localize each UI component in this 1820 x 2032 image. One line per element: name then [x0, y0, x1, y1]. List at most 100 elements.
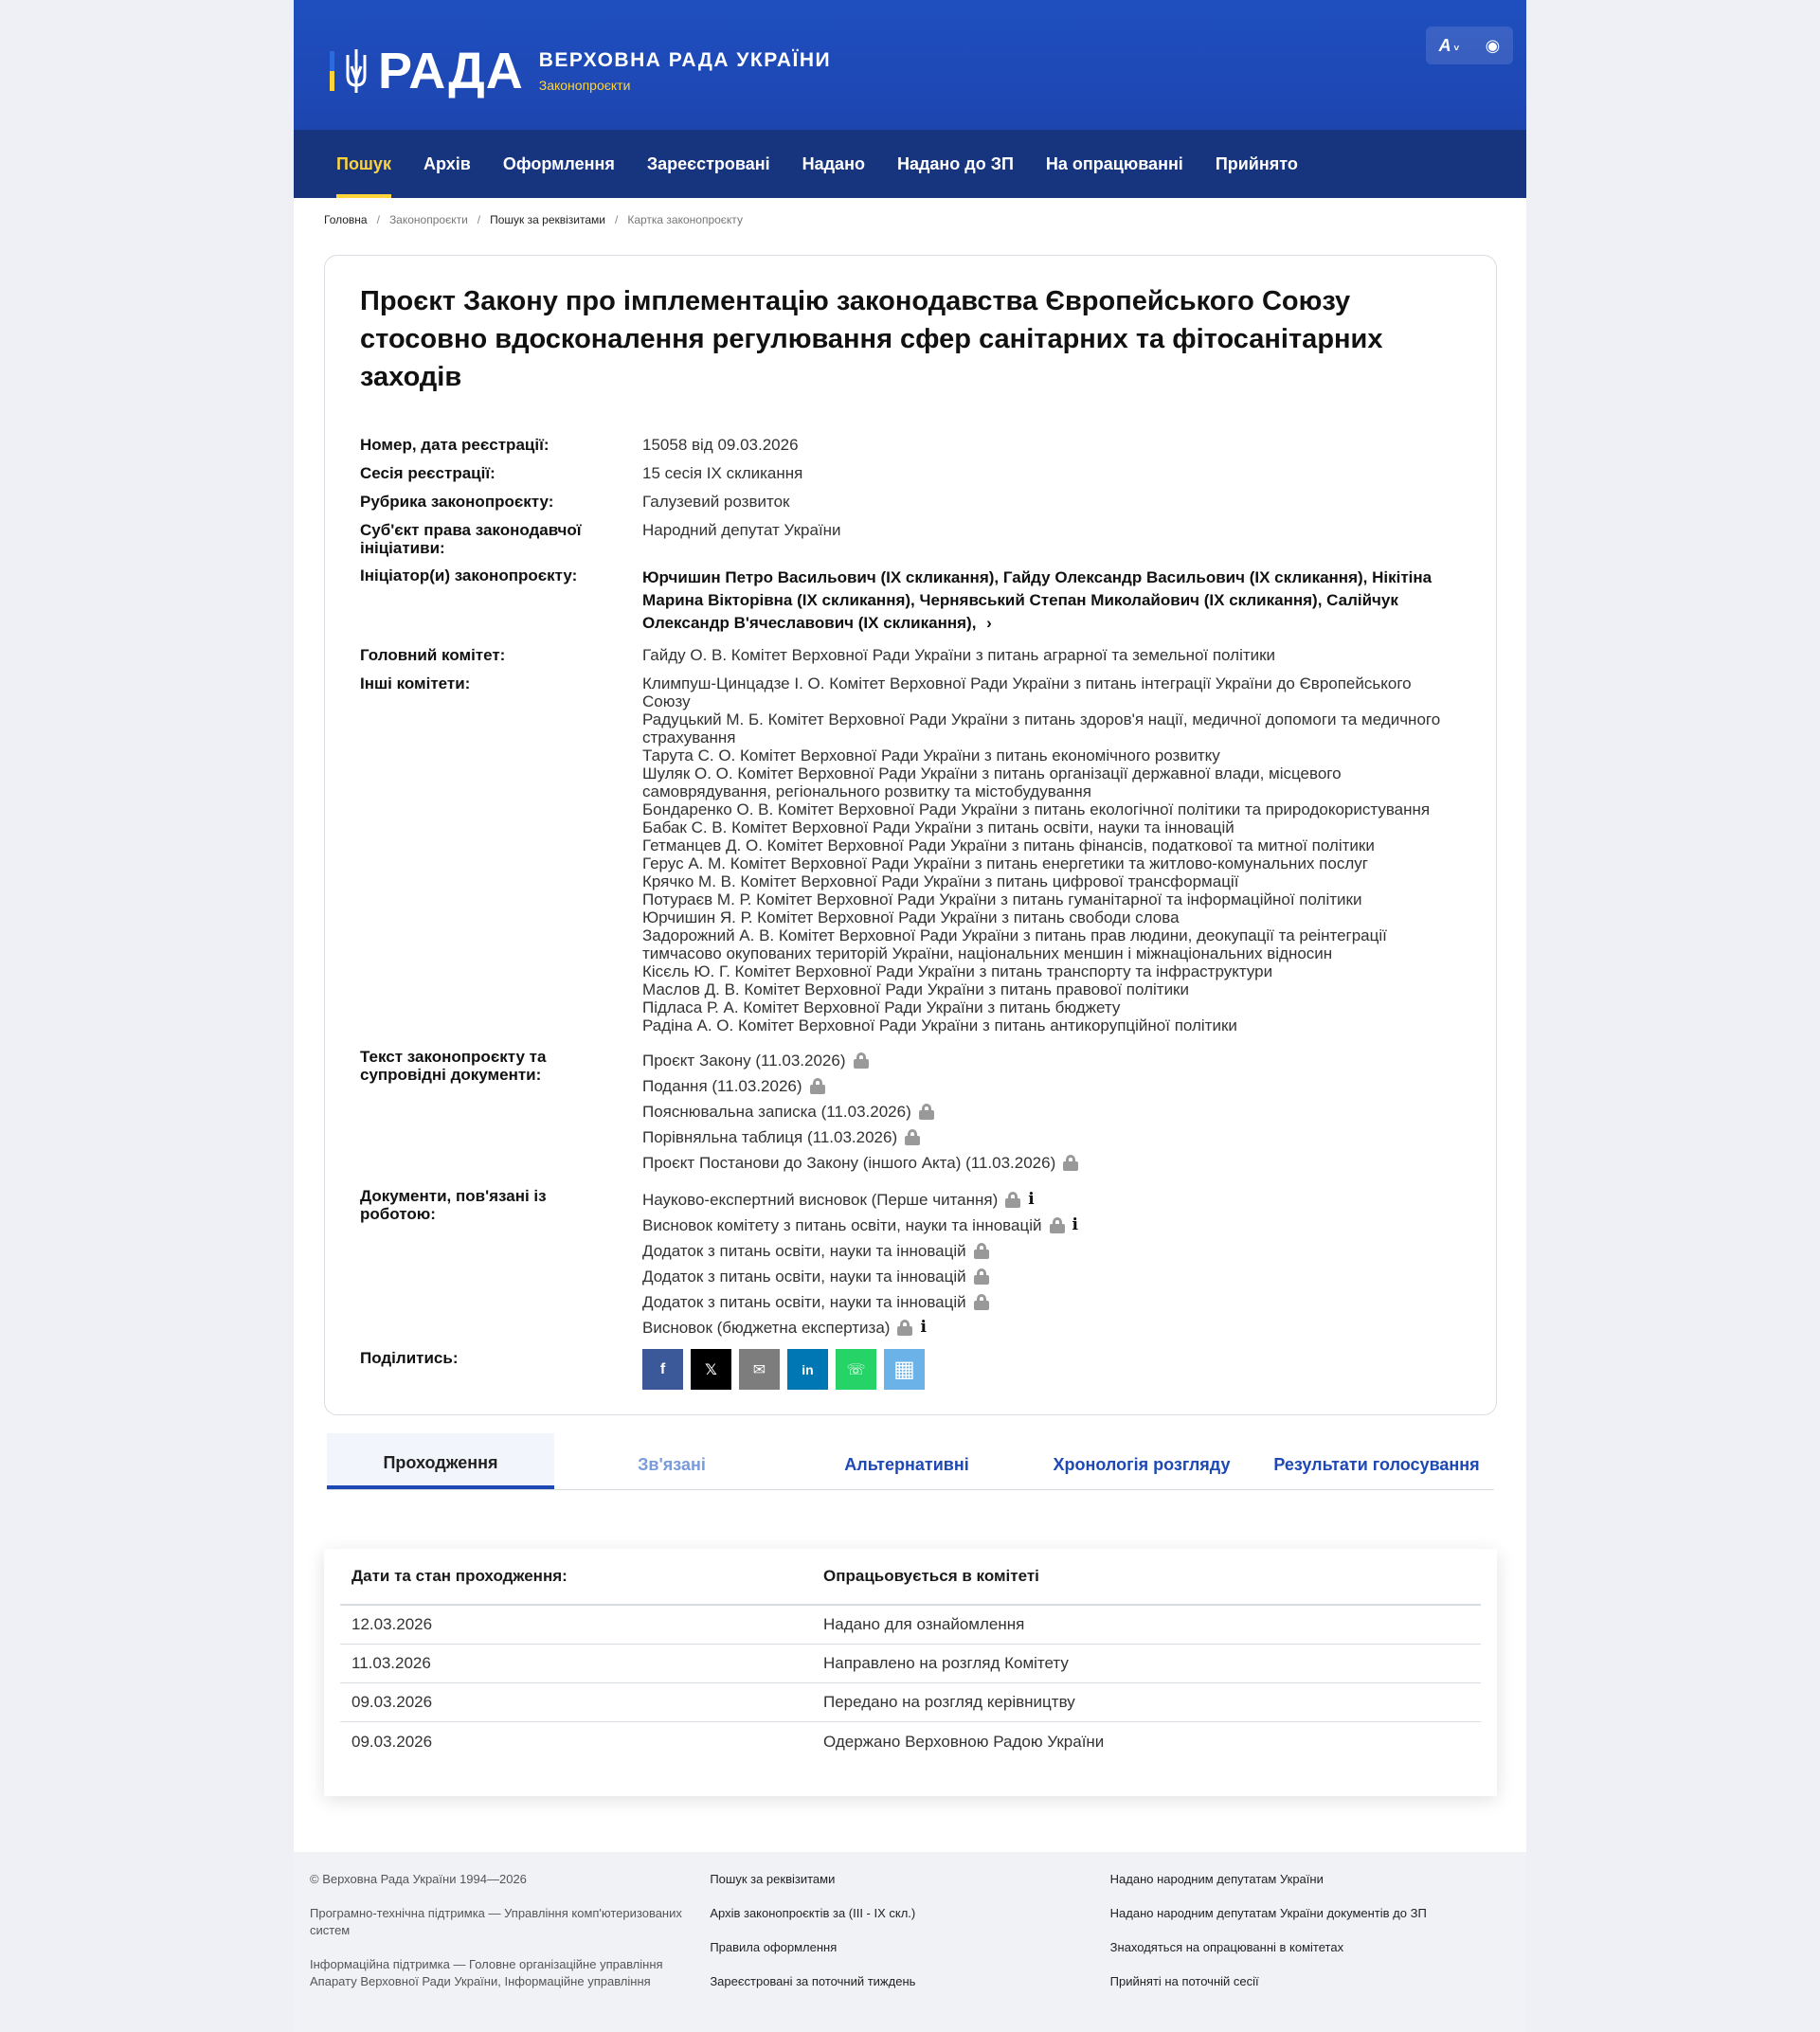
bill-texts: Проєкт Закону (11.03.2026) Подання (11.0… [642, 1048, 1457, 1176]
nav-item-formatting[interactable]: Оформлення [487, 130, 631, 198]
document-item[interactable]: Проєкт Закону (11.03.2026) [642, 1048, 1457, 1073]
initiators-list: Юрчишин Петро Васильович (IX скликання),… [642, 566, 1457, 635]
footer-link[interactable]: Архів законопроєктів за (III - IX скл.) [710, 1905, 1109, 1922]
lock-icon [973, 1268, 989, 1285]
bill-card: Проєкт Закону про імплементацію законода… [324, 255, 1497, 1415]
document-item[interactable]: Висновок (бюджетна експертиза) i [642, 1315, 1457, 1340]
field-label: Поділитись: [360, 1349, 459, 1367]
document-link[interactable]: Проєкт Закону (11.03.2026) [642, 1048, 846, 1073]
status-state: Направлено на розгляд Комітету [823, 1654, 1069, 1672]
qr-share-button[interactable]: ▦ [884, 1349, 925, 1390]
linkedin-share-button[interactable]: in [787, 1349, 828, 1390]
committee-item: Климпуш-Цинцадзе І. О. Комітет Верховної… [642, 674, 1412, 710]
facebook-share-button[interactable]: f [642, 1349, 683, 1390]
document-link[interactable]: Науково-експертний висновок (Перше читан… [642, 1187, 998, 1213]
committee-item: Бондаренко О. В. Комітет Верховної Ради … [642, 800, 1431, 818]
document-item[interactable]: Проєкт Постанови до Закону (іншого Акта)… [642, 1150, 1457, 1176]
nav-item-registered[interactable]: Зареєстровані [631, 130, 786, 198]
nav-item-archive[interactable]: Архів [407, 130, 487, 198]
lock-icon [973, 1243, 989, 1259]
initiators-text[interactable]: Юрчишин Петро Васильович (IX скликання),… [642, 568, 1432, 632]
tab-chronology[interactable]: Хронологія розгляду [1024, 1433, 1259, 1489]
site-header: РАДА ВЕРХОВНА РАДА УКРАЇНИ Законопроєкти… [294, 0, 1526, 130]
table-row: 09.03.2026 Передано на розгляд керівництв… [340, 1683, 1481, 1722]
document-link[interactable]: Додаток з питань освіти, науки та іннова… [642, 1289, 966, 1315]
breadcrumb: Головна / Законопроєкти / Пошук за реквізи… [294, 198, 1526, 243]
info-icon[interactable]: i [1028, 1187, 1034, 1213]
footer-link[interactable]: Прийняті на поточній сесії [1110, 1973, 1510, 1990]
document-link[interactable]: Додаток з питань освіти, науки та іннова… [642, 1238, 966, 1264]
footer-tech-support: Програмно-технічна підтримка — Управлінн… [310, 1906, 682, 1937]
site-footer: © Верховна Рада України 1994—2026 Програ… [294, 1852, 1526, 2032]
chevron-right-icon[interactable]: › [986, 614, 992, 632]
breadcrumb-search[interactable]: Пошук за реквізитами [490, 213, 605, 243]
document-link[interactable]: Пояснювальна записка (11.03.2026) [642, 1099, 911, 1124]
tab-progress[interactable]: Проходження [327, 1433, 554, 1489]
nav-item-adopted[interactable]: Прийнято [1199, 130, 1314, 198]
font-size-label: A [1438, 35, 1451, 55]
footer-link[interactable]: Знаходяться на опрацюванні в комітетах [1110, 1939, 1510, 1956]
bill-title: Проєкт Закону про імплементацію законода… [360, 286, 1383, 392]
status-state: Передано на розгляд керівництву [823, 1693, 1075, 1711]
committee-item: Радуцький М. Б. Комітет Верховної Ради У… [642, 710, 1441, 746]
site-logo[interactable]: РАДА ВЕРХОВНА РАДА УКРАЇНИ Законопроєкти [330, 45, 831, 97]
eye-icon[interactable]: ◉ [1486, 36, 1501, 56]
lock-icon [897, 1320, 913, 1336]
tab-alternative[interactable]: Альтернативні [789, 1433, 1024, 1489]
document-link[interactable]: Порівняльна таблиця (11.03.2026) [642, 1124, 897, 1150]
field-label: Рубрика законопроєкту: [360, 493, 554, 511]
whatsapp-share-button[interactable]: ☏ [836, 1349, 876, 1390]
info-icon[interactable]: i [1072, 1213, 1078, 1238]
document-link[interactable]: Проєкт Постанови до Закону (іншого Акта)… [642, 1150, 1055, 1176]
footer-link[interactable]: Правила оформлення [710, 1939, 1109, 1956]
committee-item: Маслов Д. В. Комітет Верховної Ради Укра… [642, 980, 1189, 998]
committee-item: Шуляк О. О. Комітет Верховної Ради Украї… [642, 764, 1342, 800]
breadcrumb-bills[interactable]: Законопроєкти [389, 213, 468, 243]
status-head-left: Дати та стан проходження: [351, 1567, 568, 1585]
font-size-button[interactable]: A ˅ [1439, 36, 1460, 56]
tab-voting[interactable]: Результати голосування [1259, 1433, 1494, 1489]
document-link[interactable]: Подання (11.03.2026) [642, 1073, 802, 1099]
registration-number: 15058 від 09.03.2026 [642, 436, 799, 454]
document-item[interactable]: Додаток з питань освіти, науки та іннова… [642, 1289, 1457, 1315]
info-icon[interactable]: i [920, 1315, 926, 1340]
document-item[interactable]: Подання (11.03.2026) [642, 1073, 1457, 1099]
bill-tabs: Проходження Зв'язані Альтернативні Хроно… [327, 1433, 1494, 1490]
document-item[interactable]: Порівняльна таблиця (11.03.2026) [642, 1124, 1457, 1150]
field-label: Ініціатор(и) законопроєкту: [360, 566, 578, 584]
document-item[interactable]: Пояснювальна записка (11.03.2026) [642, 1099, 1457, 1124]
x-share-button[interactable]: 𝕏 [691, 1349, 731, 1390]
document-item[interactable]: Додаток з питань освіти, науки та іннова… [642, 1264, 1457, 1289]
footer-link[interactable]: Надано народним депутатам України докуме… [1110, 1905, 1510, 1922]
field-label: Суб'єкт права законодавчої ініціативи: [360, 521, 582, 557]
nav-item-provided[interactable]: Надано [786, 130, 881, 198]
document-link[interactable]: Висновок (бюджетна експертиза) [642, 1315, 890, 1340]
field-label: Сесія реєстрації: [360, 464, 496, 482]
footer-info-support: Інформаційна підтримка — Головне організ… [310, 1957, 663, 1988]
document-link[interactable]: Додаток з питань освіти, науки та іннова… [642, 1264, 966, 1289]
nav-item-provided-zp[interactable]: Надано до ЗП [881, 130, 1030, 198]
bill-rubric: Галузевий розвиток [642, 493, 790, 511]
nav-item-processing[interactable]: На опрацюванні [1030, 130, 1199, 198]
footer-link[interactable]: Надано народним депутатам України [1110, 1871, 1510, 1888]
field-label: Інші комітети: [360, 674, 471, 692]
footer-col-info: © Верховна Рада України 1994—2026 Програ… [310, 1871, 710, 2013]
footer-link[interactable]: Пошук за реквізитами [710, 1871, 1109, 1888]
other-committees: Климпуш-Цинцадзе І. О. Комітет Верховної… [642, 674, 1457, 1034]
status-table-header: Дати та стан проходження: Опрацьовується… [340, 1549, 1481, 1606]
tab-related[interactable]: Зв'язані [554, 1433, 789, 1489]
document-item[interactable]: Висновок комітету з питань освіти, науки… [642, 1213, 1457, 1238]
site-subtitle: Законопроєкти [538, 78, 631, 93]
document-item[interactable]: Додаток з питань освіти, науки та іннова… [642, 1238, 1457, 1264]
document-link[interactable]: Висновок комітету з питань освіти, науки… [642, 1213, 1042, 1238]
lock-icon [973, 1294, 989, 1310]
status-head-right: Опрацьовується в комітеті [823, 1567, 1039, 1585]
committee-item: Радіна А. О. Комітет Верховної Ради Укра… [642, 1016, 1237, 1034]
table-row: 12.03.2026 Надано для ознайомлення [340, 1606, 1481, 1645]
nav-item-search[interactable]: Пошук [320, 130, 407, 198]
document-item[interactable]: Науково-експертний висновок (Перше читан… [642, 1187, 1457, 1213]
committee-item: Підласа Р. А. Комітет Верховної Ради Укр… [642, 998, 1121, 1016]
email-share-button[interactable]: ✉ [739, 1349, 780, 1390]
footer-link[interactable]: Зареєстровані за поточний тиждень [710, 1973, 1109, 1990]
breadcrumb-home[interactable]: Головна [324, 213, 368, 243]
